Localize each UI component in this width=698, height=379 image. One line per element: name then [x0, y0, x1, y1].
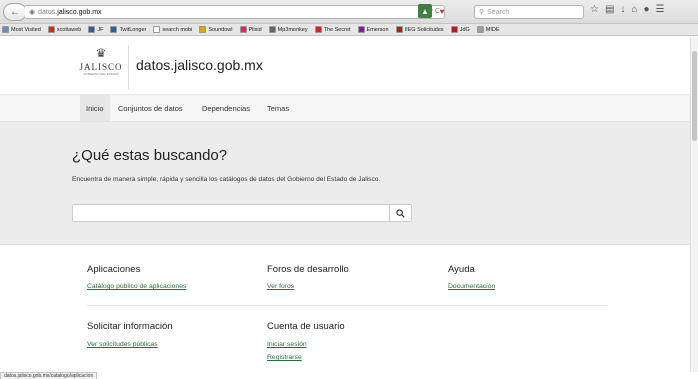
- bookmark-label: Most Visited: [11, 26, 41, 33]
- nav-temas[interactable]: Temas: [261, 95, 295, 121]
- bookmark-item[interactable]: JF: [88, 26, 103, 33]
- search-icon: ⚲: [479, 9, 485, 16]
- bookmark-icon: [268, 26, 276, 33]
- jalisco-logo[interactable]: ♛ JALISCO GOBIERNO DEL ESTADO: [78, 46, 124, 88]
- nav-inicio[interactable]: Inicio: [80, 95, 110, 121]
- nav-dependencias[interactable]: Dependencias: [196, 95, 256, 121]
- site-header: ♛ JALISCO GOBIERNO DEL ESTADO datos.jali…: [0, 37, 690, 95]
- bookmark-icon: [395, 26, 403, 33]
- site-title[interactable]: datos.jalisco.gob.mx: [136, 57, 263, 73]
- url-bar[interactable]: ◉ datos. jalisco.gob.mx ▿ C: [25, 5, 445, 19]
- bookmark-label: The Secret: [323, 26, 351, 33]
- bookmark-item[interactable]: JdG: [450, 26, 470, 33]
- bookmark-label: search mobi: [162, 26, 193, 33]
- bookmark-item[interactable]: Most Visited: [2, 26, 41, 33]
- bookmarks-bar: Most Visited scotiaweb JF TwitLonger search …: [0, 24, 698, 36]
- bookmark-icon: [199, 26, 207, 33]
- dataset-search-input[interactable]: [72, 204, 390, 222]
- request-info-heading: Solicitar información: [87, 321, 173, 332]
- home-icon[interactable]: ⌂: [631, 4, 637, 15]
- bookmark-label: Mp3monkey: [277, 26, 308, 33]
- bookmark-label: TwitLonger: [119, 26, 147, 33]
- bookmark-icon: [314, 26, 322, 33]
- bookmark-icon: [476, 26, 484, 33]
- crest-icon: ♛: [95, 46, 107, 60]
- magnifier-icon: [396, 208, 405, 218]
- bookmark-label: JdG: [459, 26, 470, 33]
- bookmark-icon: [110, 26, 118, 33]
- bookmark-item[interactable]: The Secret: [314, 26, 351, 33]
- bookmark-icon: [450, 26, 458, 33]
- logo-subtext: GOBIERNO DEL ESTADO: [83, 72, 119, 76]
- bookmark-item[interactable]: search mobi: [153, 26, 192, 33]
- documentation-link[interactable]: Documentación: [448, 283, 495, 290]
- section-divider: [87, 305, 607, 306]
- bookmark-item[interactable]: IIEG Solicitudes: [395, 26, 444, 33]
- page-scrollbar[interactable]: [690, 37, 698, 372]
- bookmark-label: JF: [97, 26, 104, 33]
- apps-catalog-link[interactable]: Catálogo público de aplicaciones: [87, 283, 186, 290]
- page: ♛ JALISCO GOBIERNO DEL ESTADO datos.jali…: [0, 37, 690, 372]
- logo-text: JALISCO: [79, 62, 123, 72]
- back-button[interactable]: ←: [3, 3, 27, 21]
- bookmark-item[interactable]: Emerson: [357, 26, 389, 33]
- bookmark-label: Soundowl: [208, 26, 233, 33]
- star-icon[interactable]: ☆: [590, 4, 599, 15]
- bookmark-icon: [357, 26, 365, 33]
- browser-toolbar: ← ◉ datos. jalisco.gob.mx ▿ C ▲ ♥ ⚲ Searc…: [0, 0, 698, 24]
- bookmark-icon: [88, 26, 96, 33]
- globe-icon: ◉: [29, 9, 36, 16]
- public-requests-link[interactable]: Ver solicitudes públicas: [87, 341, 158, 348]
- extension-icon[interactable]: ▲: [418, 4, 432, 18]
- bookmark-item[interactable]: scotiaweb: [47, 26, 82, 33]
- bookmark-item[interactable]: MIDE: [476, 26, 500, 33]
- search-hero: ¿Qué estas buscando? Encuentra de manera…: [0, 122, 690, 245]
- bookmark-item[interactable]: Mp3monkey: [268, 26, 308, 33]
- search-bar[interactable]: ⚲ Search: [474, 5, 584, 19]
- bookmark-label: Emerson: [366, 26, 389, 33]
- back-arrow-icon: ←: [10, 6, 20, 18]
- badge-icon[interactable]: ♥: [435, 4, 449, 18]
- login-link[interactable]: Iniciar sesión: [267, 341, 307, 348]
- chat-icon[interactable]: ●: [643, 4, 649, 15]
- nav-conjuntos-de-datos[interactable]: Conjuntos de datos: [112, 95, 189, 121]
- hero-description: Encuentra de manera simple, rápida y sen…: [72, 176, 381, 183]
- forums-heading: Foros de desarrollo: [267, 264, 349, 275]
- main-nav: Inicio Conjuntos de datos Dependencias T…: [0, 95, 690, 122]
- search-button[interactable]: [389, 204, 412, 222]
- bookmark-label: Plixid: [248, 26, 262, 33]
- bookmark-icon: [153, 26, 161, 33]
- bookmark-label: IIEG Solicitudes: [404, 26, 444, 33]
- bookmark-item[interactable]: Soundowl: [199, 26, 233, 33]
- url-host: jalisco.gob.mx: [57, 8, 102, 16]
- logo-divider: [128, 45, 129, 89]
- hero-title: ¿Qué estas buscando?: [72, 147, 228, 164]
- search-placeholder: Search: [487, 8, 510, 16]
- reading-list-icon[interactable]: ▤: [605, 4, 614, 15]
- scrollbar-thumb[interactable]: [692, 51, 697, 141]
- bookmark-icon: [239, 26, 247, 33]
- bookmark-item[interactable]: Plixid: [239, 26, 262, 33]
- status-bar: datos.jalisco.gob.mx/catalogo/aplicacion: [0, 372, 98, 379]
- bookmark-label: scotiaweb: [56, 26, 82, 33]
- bookmark-icon: [47, 26, 55, 33]
- download-icon[interactable]: ↓: [620, 4, 625, 15]
- menu-icon[interactable]: ☰: [656, 4, 665, 15]
- bookmark-label: MIDE: [485, 26, 500, 33]
- bookmark-icon: [2, 26, 9, 33]
- user-account-heading: Cuenta de usuario: [267, 321, 345, 332]
- help-heading: Ayuda: [448, 264, 475, 275]
- forums-link[interactable]: Ver foros: [267, 283, 294, 290]
- apps-heading: Aplicaciones: [87, 264, 141, 275]
- url-prefix: datos.: [38, 8, 58, 16]
- bookmark-item[interactable]: TwitLonger: [110, 26, 146, 33]
- register-link[interactable]: Registrarse: [267, 354, 302, 361]
